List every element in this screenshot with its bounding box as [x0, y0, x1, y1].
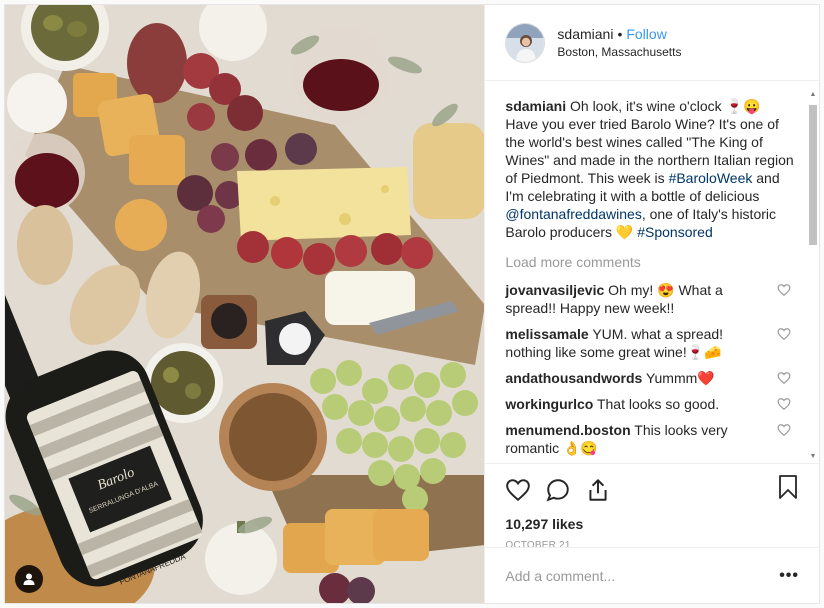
- save-button[interactable]: [777, 474, 799, 505]
- person-icon: [23, 573, 35, 585]
- post-photo[interactable]: Barolo SERRALUNGA D'ALBA FONTANAFREDDA: [5, 5, 485, 603]
- like-comment-heart-icon[interactable]: [777, 371, 791, 385]
- post-header: sdamiani • Follow Boston, Massachusetts: [485, 5, 819, 81]
- post-sidebar: sdamiani • Follow Boston, Massachusetts sd…: [484, 5, 819, 603]
- like-comment-heart-icon[interactable]: [777, 423, 791, 437]
- comment-text: Yummm❤️: [645, 370, 715, 386]
- comment-button[interactable]: [545, 470, 585, 510]
- like-comment-heart-icon[interactable]: [777, 327, 791, 341]
- comments-scrollbar[interactable]: ▲ ▼: [809, 91, 817, 461]
- comment-username[interactable]: andathousandwords: [505, 370, 642, 386]
- comment: melissamale YUM. what a spread! nothing …: [505, 325, 795, 361]
- tagged-users-button[interactable]: [15, 565, 43, 593]
- share-icon: [589, 479, 607, 501]
- comment-username[interactable]: workingurlco: [505, 396, 593, 412]
- like-button[interactable]: [505, 470, 545, 510]
- heart-icon: [506, 479, 531, 502]
- likes-count[interactable]: 10,297 likes: [505, 516, 799, 532]
- load-more-comments-button[interactable]: Load more comments: [505, 253, 795, 271]
- scroll-up-arrow[interactable]: ▲: [809, 91, 817, 99]
- instagram-post: Barolo SERRALUNGA D'ALBA FONTANAFREDDA s…: [4, 4, 820, 604]
- comment: jovanvasiljevic Oh my! 😍 What a spread!!…: [505, 281, 795, 317]
- comment: menumend.boston This looks very romantic…: [505, 421, 795, 457]
- more-options-button[interactable]: •••: [779, 567, 799, 585]
- comments-section: sdamiani Oh look, it's wine o'clock 🍷😛 H…: [485, 81, 819, 463]
- comment-bubble-icon: [546, 479, 570, 502]
- follow-button[interactable]: Follow: [626, 26, 666, 42]
- comment: andathousandwords Yummm❤️: [505, 369, 795, 387]
- avatar[interactable]: [505, 22, 546, 63]
- location-link[interactable]: Boston, Massachusetts: [557, 43, 681, 61]
- add-comment-bar: •••: [485, 547, 819, 603]
- hashtag-baroloweek[interactable]: #BaroloWeek: [669, 170, 753, 186]
- mention-fontanafreddawines[interactable]: @fontanafreddawines: [505, 206, 641, 222]
- comment-username[interactable]: jovanvasiljevic: [505, 282, 604, 298]
- comment-text: That looks so good.: [596, 396, 720, 412]
- header-username[interactable]: sdamiani: [557, 26, 613, 42]
- caption-username[interactable]: sdamiani: [505, 98, 566, 114]
- charcuterie-board-image: Barolo SERRALUNGA D'ALBA FONTANAFREDDA: [5, 5, 485, 603]
- share-button[interactable]: [585, 470, 625, 510]
- post-actions: 10,297 likes OCTOBER 21 •••: [485, 463, 819, 603]
- caption: sdamiani Oh look, it's wine o'clock 🍷😛 H…: [505, 97, 795, 241]
- comment-username[interactable]: melissamale: [505, 326, 588, 342]
- bookmark-icon: [779, 475, 797, 499]
- add-comment-input[interactable]: [505, 567, 780, 584]
- hashtag-sponsored[interactable]: #Sponsored: [637, 224, 713, 240]
- like-comment-heart-icon[interactable]: [777, 397, 791, 411]
- separator-dot: •: [617, 25, 623, 42]
- comment-username[interactable]: menumend.boston: [505, 422, 630, 438]
- like-comment-heart-icon[interactable]: [777, 283, 791, 297]
- comment: workingurlco That looks so good.: [505, 395, 795, 413]
- scroll-down-arrow[interactable]: ▼: [809, 453, 817, 461]
- avatar-image: [506, 23, 545, 62]
- scrollbar-thumb[interactable]: [809, 105, 817, 245]
